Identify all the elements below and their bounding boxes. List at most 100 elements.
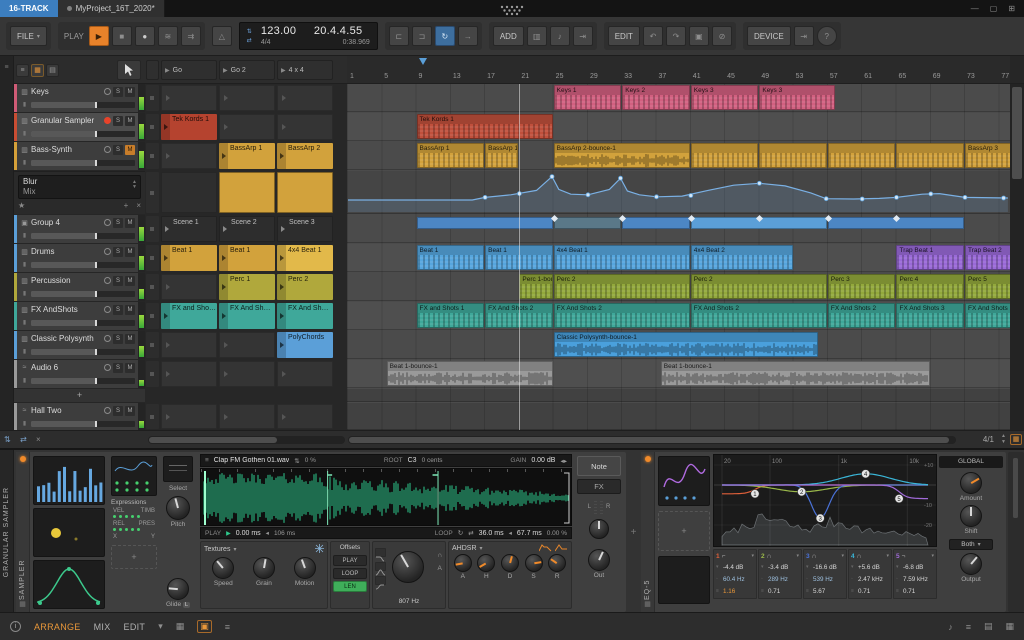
- clip-stop-button[interactable]: [146, 361, 159, 387]
- add-track-button[interactable]: +: [14, 389, 145, 402]
- ahdsr-knob-r[interactable]: [548, 554, 567, 572]
- group-scene-slot-scene-1[interactable]: Scene 1: [161, 216, 217, 242]
- eq-mode-select[interactable]: Both ▾: [949, 539, 993, 550]
- record-arm-button[interactable]: [104, 146, 111, 153]
- group-summary-segment[interactable]: [553, 217, 622, 229]
- clip-launcher-view-icon[interactable]: ▦: [31, 64, 44, 77]
- metronome-button[interactable]: △: [211, 26, 232, 46]
- redo-button[interactable]: ↷: [665, 26, 686, 46]
- insert-device-button[interactable]: ⇥: [793, 26, 814, 46]
- track-volume-fader[interactable]: [31, 130, 135, 137]
- arranger-clip-perc-5[interactable]: Perc 5: [965, 274, 1010, 299]
- cents-value[interactable]: 0 cents: [422, 457, 443, 464]
- overdub-button[interactable]: ⇉: [180, 26, 201, 46]
- loop-mode-icon[interactable]: ↻: [458, 529, 463, 537]
- record-arm-button[interactable]: [104, 277, 111, 284]
- empty-clip-slot[interactable]: [161, 332, 217, 358]
- band-type-icon[interactable]: ⌐: [722, 553, 726, 560]
- arranger-row-audio-6[interactable]: Beat 1-bounce-1 Beat 1-bounce-1: [347, 360, 1010, 388]
- arranger-clip-keys-3[interactable]: Keys 3: [759, 85, 836, 110]
- mute-button[interactable]: M: [125, 246, 135, 257]
- automation-write-button[interactable]: ≋: [157, 26, 178, 46]
- band-gain-value[interactable]: ▾ -3.4 dB: [761, 561, 799, 573]
- velocity-knob[interactable]: [589, 519, 609, 539]
- track-volume-fader[interactable]: [31, 290, 135, 297]
- mute-button[interactable]: M: [125, 217, 135, 228]
- ahdsr-knob-a[interactable]: [453, 554, 472, 572]
- favorite-star-icon[interactable]: ★: [18, 201, 25, 210]
- clip-slot-fx-and-shots-3[interactable]: FX And Shots 3: [277, 303, 333, 329]
- empty-clip-slot[interactable]: [161, 361, 217, 387]
- arranger-row-classic-polysynth[interactable]: Classic Polysynth-bounce-1: [347, 331, 1010, 359]
- grain-knob[interactable]: [252, 557, 275, 579]
- eq-band-4[interactable]: 4 ∩ ▾ ▾ +5.6 dB ◦ 2.47 kHz ≡ 0.71: [848, 549, 892, 599]
- empty-clip-slot[interactable]: [219, 85, 275, 111]
- filter-frequency-value[interactable]: 807 Hz: [389, 598, 429, 605]
- tempo-value[interactable]: 123.00: [261, 26, 305, 37]
- record-arm-button[interactable]: [104, 117, 111, 124]
- clip-slot-beat-1[interactable]: Beat 1: [219, 245, 275, 271]
- arranger-clip-bassarp-1[interactable]: BassArp 1: [485, 143, 519, 168]
- vertical-zoom-icon[interactable]: ⇅: [4, 435, 11, 445]
- add-automation-lane-button[interactable]: +: [124, 201, 129, 210]
- arranger-clip-classic-polysynth-bounce-1[interactable]: Classic Polysynth-bounce-1: [553, 332, 819, 357]
- arranger-clip-trap-beat-2[interactable]: Trap Beat 2: [965, 245, 1010, 270]
- pointer-tool-button[interactable]: [117, 60, 141, 80]
- automation-parameter-chooser[interactable]: Blur Mix ▲ ▼: [18, 175, 141, 199]
- track-header-percussion[interactable]: ▥ Percussion S M ▮: [14, 273, 145, 301]
- sample-filename[interactable]: Clap FM Gothen 01.wav: [214, 457, 289, 464]
- clip-stop-button[interactable]: [146, 216, 159, 242]
- info-icon[interactable]: i: [10, 621, 21, 632]
- arranger-clip-keys-2[interactable]: Keys 2: [622, 85, 690, 110]
- ahdsr-title[interactable]: AHDSR: [452, 545, 477, 552]
- arranger-clip-4x4-beat-1[interactable]: 4x4 Beat 1: [553, 245, 690, 270]
- mute-button[interactable]: M: [125, 115, 135, 126]
- band-gain-value[interactable]: ▾ -6.8 dB: [896, 561, 934, 573]
- band-q-value[interactable]: ≡ 0.71: [761, 585, 799, 597]
- band-q-value[interactable]: ≡ 1.16: [716, 585, 754, 597]
- file-menu-button[interactable]: FILE ▾: [10, 26, 47, 46]
- shuffle-icon[interactable]: ⇄: [247, 38, 252, 44]
- arranger-clip-beat-1[interactable]: Beat 1: [416, 245, 485, 270]
- record-arm-button[interactable]: [104, 219, 111, 226]
- mute-button[interactable]: M: [125, 144, 135, 155]
- sample-menu-icon[interactable]: ≡: [205, 457, 209, 464]
- speed-knob[interactable]: [212, 557, 235, 579]
- arranger-clip-tek-kords-1[interactable]: Tek Kords 1: [416, 114, 553, 139]
- undo-button[interactable]: ↶: [642, 26, 663, 46]
- track-volume-fader[interactable]: [31, 159, 135, 166]
- play-start-value[interactable]: 0.00 ms: [236, 530, 261, 537]
- add-modulator-button[interactable]: +: [658, 511, 710, 551]
- track-volume-fader[interactable]: [31, 232, 135, 239]
- expressions-matrix-display[interactable]: [111, 456, 157, 496]
- clip-stop-button[interactable]: [146, 303, 159, 329]
- band-gain-value[interactable]: ▾ -4.4 dB: [716, 561, 754, 573]
- modulator-curve-display[interactable]: [33, 560, 105, 609]
- tab-edit[interactable]: EDIT: [124, 622, 146, 632]
- close-expansion-button[interactable]: ×: [136, 201, 141, 210]
- delete-button[interactable]: ⊘: [711, 26, 732, 46]
- parameter-scroll-arrows[interactable]: ▲ ▼: [132, 180, 137, 190]
- grid-resolution-value[interactable]: 4/1: [983, 435, 994, 444]
- track-list-icon[interactable]: ≡: [4, 64, 8, 71]
- arranger-clip-unnamed[interactable]: [759, 143, 827, 168]
- ahdsr-knob-h[interactable]: [477, 554, 496, 572]
- sampler-device-edge[interactable]: SAMPLER ▦: [16, 452, 30, 612]
- track-volume-fader[interactable]: [31, 261, 135, 268]
- automation-editor-icon[interactable]: ≡: [966, 622, 971, 632]
- clip-stop-button[interactable]: [146, 404, 159, 429]
- mute-button[interactable]: M: [125, 333, 135, 344]
- launcher-hscrollbar[interactable]: [148, 436, 345, 444]
- clip-slot-beat-1[interactable]: Beat 1: [161, 245, 217, 271]
- clip-slot-perc-2[interactable]: Perc 2: [277, 274, 333, 300]
- track-volume-fader[interactable]: [31, 101, 135, 108]
- band-q-value[interactable]: ≡ 0.71: [851, 585, 889, 597]
- arranger-clip-beat-1-bounce-1[interactable]: Beat 1-bounce-1: [660, 361, 930, 386]
- stretch-percent-value[interactable]: 0 %: [305, 457, 316, 464]
- solo-button[interactable]: S: [113, 246, 123, 257]
- tab-arrange[interactable]: ARRANGE: [34, 622, 81, 632]
- follow-playhead-button[interactable]: →: [457, 26, 478, 46]
- scene-go-2[interactable]: ▶ Go 2: [219, 60, 275, 80]
- clip-slot-bassarp-2[interactable]: BassArp 2: [277, 143, 333, 169]
- launcher-automation-block[interactable]: [277, 172, 333, 213]
